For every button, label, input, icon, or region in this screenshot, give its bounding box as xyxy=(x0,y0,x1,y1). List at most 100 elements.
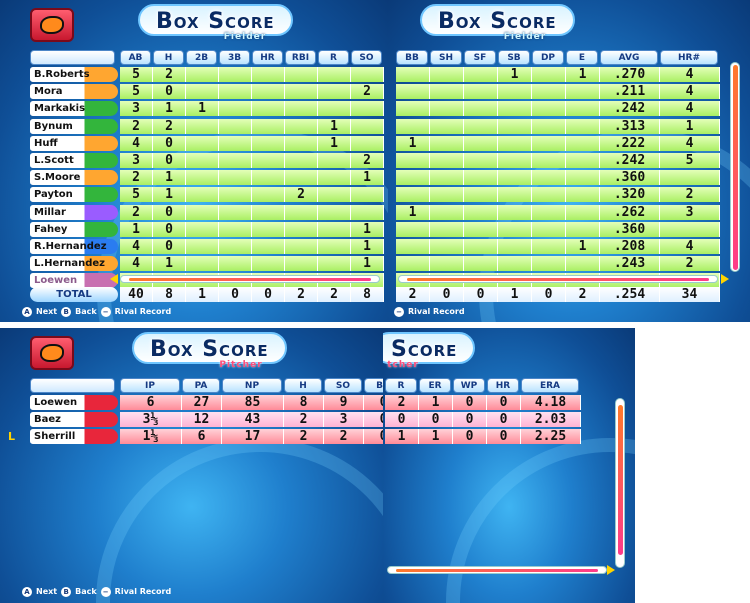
stat-cell xyxy=(396,170,430,186)
column-header-wp[interactable]: WP xyxy=(453,378,485,393)
stat-cell xyxy=(252,204,285,220)
stat-cell xyxy=(351,101,384,117)
column-header-dp[interactable]: DP xyxy=(532,50,564,65)
column-header-r[interactable]: R xyxy=(385,378,417,393)
column-header-hr[interactable]: HR xyxy=(252,50,283,65)
vertical-scrollbar[interactable] xyxy=(615,398,625,568)
column-header-so[interactable]: SO xyxy=(351,50,382,65)
footer-controls: A Next B Back − Rival Record xyxy=(22,585,171,599)
rival-record-label[interactable]: Rival Record xyxy=(115,585,172,599)
next-label[interactable]: Next xyxy=(36,305,57,319)
column-header-h[interactable]: H xyxy=(284,378,322,393)
player-name[interactable]: B.Roberts xyxy=(30,67,118,82)
back-label[interactable]: Back xyxy=(75,585,97,599)
rival-record-label[interactable]: Rival Record xyxy=(408,305,465,319)
stat-cell: 6 xyxy=(120,395,182,410)
orioles-bird-icon xyxy=(40,16,64,34)
player-name[interactable]: Mora xyxy=(30,84,118,100)
player-name[interactable]: Payton xyxy=(30,187,118,203)
player-name[interactable]: L.Hernandez xyxy=(30,256,118,272)
column-header-3b[interactable]: 3B xyxy=(219,50,250,65)
column-header-hr[interactable]: HR xyxy=(487,378,519,393)
back-label[interactable]: Back xyxy=(75,305,97,319)
column-header-ip[interactable]: IP xyxy=(120,378,180,393)
pitcher-name[interactable]: Baez xyxy=(30,412,118,427)
stat-cell xyxy=(219,256,252,272)
stat-cell: 1 xyxy=(153,187,186,203)
stat-cell: 4 xyxy=(120,256,153,272)
team-logo-button[interactable] xyxy=(30,8,74,42)
column-header-h[interactable]: H xyxy=(153,50,184,65)
stat-cell xyxy=(186,118,219,134)
column-header-np[interactable]: NP xyxy=(222,378,282,393)
player-name[interactable]: R.Hernandez xyxy=(30,239,118,254)
horizontal-scrollbar[interactable] xyxy=(120,275,380,283)
stat-cell xyxy=(252,84,285,100)
column-header-sb[interactable]: SB xyxy=(498,50,530,65)
minus-button-icon: − xyxy=(394,307,404,317)
column-header-bb[interactable]: BB xyxy=(396,50,428,65)
column-header-sf[interactable]: SF xyxy=(464,50,496,65)
player-name[interactable]: L.Scott xyxy=(30,153,118,168)
column-header-bb[interactable]: BB xyxy=(364,378,383,393)
stat-cell: 8 xyxy=(284,395,324,410)
stat-cell xyxy=(532,153,566,168)
stat-cell: 0 xyxy=(153,153,186,168)
stat-cell xyxy=(186,204,219,220)
stat-cell: 4 xyxy=(660,135,720,151)
horizontal-scrollbar[interactable] xyxy=(387,566,607,574)
column-header-avg[interactable]: AVG xyxy=(600,50,658,65)
b-button-icon: B xyxy=(61,587,72,597)
column-header-pa[interactable]: PA xyxy=(182,378,220,393)
stat-cell xyxy=(285,221,318,237)
horizontal-scrollbar-right[interactable] xyxy=(398,275,718,283)
player-name[interactable]: Fahey xyxy=(30,221,118,237)
fielder-panel-left: Box Score Fielder AB H 2B 3B HR RBI R SO B.Robe… xyxy=(0,0,388,322)
stat-cell xyxy=(285,204,318,220)
scroll-right-arrow[interactable] xyxy=(721,274,729,284)
column-header-ab[interactable]: AB xyxy=(120,50,151,65)
stat-cell: 2 xyxy=(153,118,186,134)
team-logo-button[interactable] xyxy=(30,336,74,370)
scroll-left-arrow[interactable] xyxy=(110,274,118,284)
stat-cell xyxy=(186,135,219,151)
column-header-era[interactable]: ERA xyxy=(521,378,579,393)
stat-cell: 0 xyxy=(153,239,186,254)
stat-cell xyxy=(318,84,351,100)
player-name[interactable]: Millar xyxy=(30,204,118,220)
column-header-e[interactable]: E xyxy=(566,50,598,65)
column-header-sh[interactable]: SH xyxy=(430,50,462,65)
stat-cell xyxy=(285,239,318,254)
player-name[interactable]: S.Moore xyxy=(30,170,118,186)
column-header-er[interactable]: ER xyxy=(419,378,451,393)
column-header-rbi[interactable]: RBI xyxy=(285,50,316,65)
vertical-scrollbar[interactable] xyxy=(730,62,740,272)
stat-cell xyxy=(396,101,430,117)
minus-button-icon: − xyxy=(100,307,111,317)
player-name[interactable]: Markakis xyxy=(30,101,118,117)
stat-cell xyxy=(566,84,600,100)
stat-cell: 0 xyxy=(153,135,186,151)
stat-cell xyxy=(252,256,285,272)
pitcher-name[interactable]: Loewen xyxy=(30,395,118,410)
column-header-r[interactable]: R xyxy=(318,50,349,65)
next-label[interactable]: Next xyxy=(36,585,57,599)
player-name[interactable]: Huff xyxy=(30,135,118,151)
stat-cell: 5 xyxy=(120,67,153,82)
rival-record-label[interactable]: Rival Record xyxy=(115,305,172,319)
column-header-2b[interactable]: 2B xyxy=(186,50,217,65)
stat-cell: 0 xyxy=(153,221,186,237)
stat-cell: 0 xyxy=(487,412,521,427)
stat-cell xyxy=(498,135,532,151)
stat-cell xyxy=(464,170,498,186)
stat-cell: 85 xyxy=(222,395,284,410)
stat-cell: 0 xyxy=(453,412,487,427)
pitcher-panel-left: Box Score Pitcher L IPPANPHSOBB Loewen62… xyxy=(0,328,383,603)
pitcher-name[interactable]: Sherrill xyxy=(30,429,118,444)
stat-cell xyxy=(464,187,498,203)
scroll-right-arrow[interactable] xyxy=(607,565,615,575)
column-header-hr-no[interactable]: HR# xyxy=(660,50,718,65)
stat-cell: 1 xyxy=(153,101,186,117)
player-name[interactable]: Bynum xyxy=(30,118,118,134)
column-header-so[interactable]: SO xyxy=(324,378,362,393)
